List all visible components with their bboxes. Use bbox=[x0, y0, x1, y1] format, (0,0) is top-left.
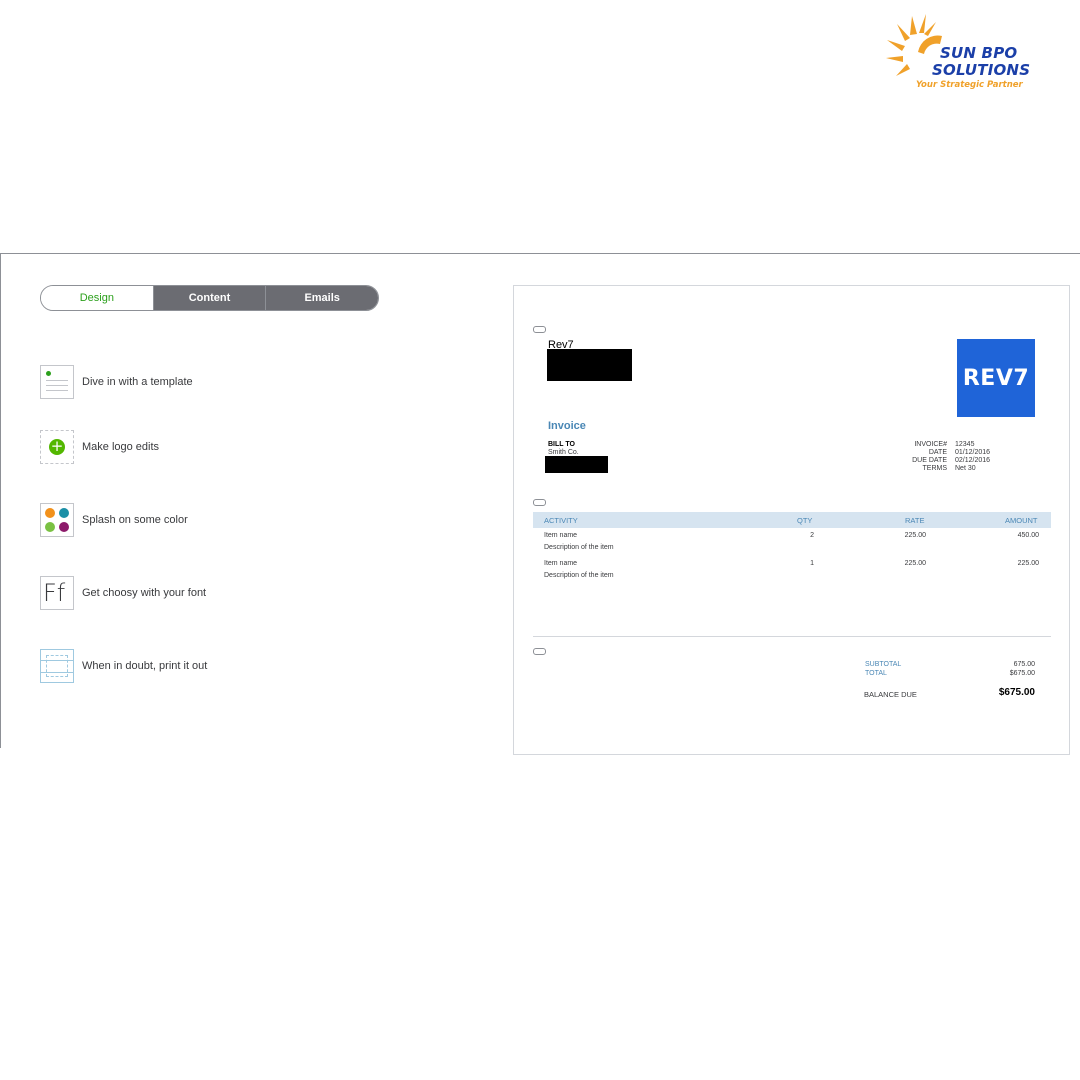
line1-amount: 450.00 bbox=[1017, 532, 1039, 539]
option-print-label: When in doubt, print it out bbox=[82, 660, 208, 672]
invoice-preview: Rev7 REV7 Invoice BILL TO Smith Co. INVO… bbox=[513, 285, 1070, 755]
brand-logo: SUN BPO SOLUTIONS Your Strategic Partner bbox=[884, 14, 1034, 94]
add-logo-icon: + bbox=[40, 430, 74, 464]
balance-due-value: $675.00 bbox=[998, 687, 1035, 698]
font-icon: Ff bbox=[40, 576, 74, 610]
option-logo[interactable]: + Make logo edits bbox=[40, 430, 159, 464]
option-font[interactable]: Ff Get choosy with your font bbox=[40, 576, 206, 610]
section-handle-footer[interactable] bbox=[533, 648, 546, 655]
option-template[interactable]: Dive in with a template bbox=[40, 365, 193, 399]
option-color-label: Splash on some color bbox=[82, 514, 188, 526]
brand-name-line1: SUN BPO bbox=[940, 44, 1018, 62]
line2-qty: 1 bbox=[810, 560, 814, 567]
col-activity: ACTIVITY bbox=[544, 516, 578, 525]
tab-emails[interactable]: Emails bbox=[265, 286, 378, 310]
total-label: TOTAL bbox=[865, 670, 887, 677]
bill-to-name: Smith Co. bbox=[548, 449, 579, 456]
terms-value: Net 30 bbox=[955, 465, 976, 472]
col-rate: RATE bbox=[905, 516, 925, 525]
option-color[interactable]: Splash on some color bbox=[40, 503, 188, 537]
totals-divider bbox=[533, 636, 1051, 637]
col-qty: QTY bbox=[797, 516, 813, 525]
invoice-date-value: 01/12/2016 bbox=[955, 449, 991, 456]
line2-name: Item name bbox=[544, 560, 578, 567]
option-logo-label: Make logo edits bbox=[82, 441, 160, 453]
print-layout-icon bbox=[40, 649, 74, 683]
brand-tagline: Your Strategic Partner bbox=[916, 80, 1023, 90]
line2-rate: 225.00 bbox=[904, 560, 926, 567]
bill-to-label: BILL TO bbox=[548, 441, 575, 448]
col-amount: AMOUNT bbox=[1005, 516, 1038, 525]
color-palette-icon bbox=[40, 503, 74, 537]
tab-design[interactable]: Design bbox=[41, 286, 153, 310]
line-items-header: ACTIVITY QTY RATE AMOUNT bbox=[533, 512, 1051, 528]
line2-amount: 225.00 bbox=[1017, 560, 1039, 567]
option-print[interactable]: When in doubt, print it out bbox=[40, 649, 207, 683]
line1-rate: 225.00 bbox=[904, 532, 926, 539]
customize-tabs: Design Content Emails bbox=[40, 285, 379, 311]
invoice-number-label: INVOICE# bbox=[914, 441, 947, 448]
invoice-customization-window: Design Content Emails Dive in with a tem… bbox=[0, 253, 1080, 755]
subtotal-label: SUBTOTAL bbox=[865, 661, 902, 668]
invoice-title: Invoice bbox=[548, 420, 586, 432]
line1-name: Item name bbox=[544, 532, 578, 539]
terms-label: TERMS bbox=[922, 465, 948, 472]
due-date-label: DUE DATE bbox=[912, 457, 947, 464]
template-icon bbox=[40, 365, 74, 399]
total-value: $675.00 bbox=[1009, 670, 1035, 677]
balance-due-label: BALANCE DUE bbox=[864, 690, 917, 699]
line1-description: Description of the item bbox=[544, 544, 614, 551]
section-handle-header[interactable] bbox=[533, 326, 546, 333]
subtotal-value: 675.00 bbox=[1013, 661, 1035, 668]
due-date-value: 02/12/2016 bbox=[955, 457, 991, 464]
tab-content[interactable]: Content bbox=[152, 286, 266, 310]
brand-name-line2: SOLUTIONS bbox=[932, 61, 1031, 79]
redacted-bill-address bbox=[545, 456, 608, 473]
redacted-address bbox=[547, 349, 632, 381]
company-logo[interactable]: REV7 bbox=[957, 339, 1035, 417]
option-template-label: Dive in with a template bbox=[82, 376, 193, 388]
invoice-date-label: DATE bbox=[928, 449, 947, 456]
option-font-label: Get choosy with your font bbox=[82, 587, 207, 599]
line1-qty: 2 bbox=[810, 532, 814, 539]
line2-description: Description of the item bbox=[544, 572, 614, 579]
section-handle-table[interactable] bbox=[533, 499, 546, 506]
invoice-number-value: 12345 bbox=[955, 441, 975, 448]
